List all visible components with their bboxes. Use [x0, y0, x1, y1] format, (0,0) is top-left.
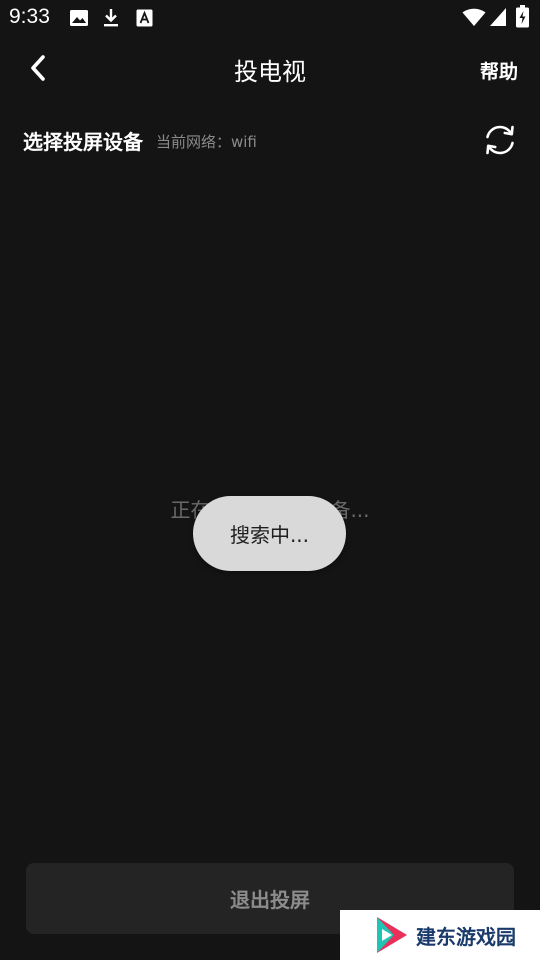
download-icon: [104, 9, 118, 27]
section-title: 选择投屏设备: [23, 130, 143, 154]
exit-cast-label: 退出投屏: [230, 888, 310, 912]
search-toast: 搜索中...: [193, 496, 346, 571]
image-icon: [70, 10, 88, 26]
refresh-icon: [486, 125, 514, 155]
status-bar: 9:33: [0, 0, 540, 36]
network-label: 当前网络：wifi: [156, 133, 257, 151]
font-icon: [136, 9, 153, 27]
status-time: 9:33: [9, 5, 50, 28]
back-button[interactable]: [18, 48, 58, 88]
play-logo-icon: [377, 917, 407, 953]
watermark-text: 建东游戏园: [416, 924, 516, 949]
refresh-button[interactable]: [480, 120, 520, 160]
page-title: 投电视: [234, 58, 306, 86]
signal-icon: [490, 8, 506, 26]
device-section-header: 选择投屏设备 当前网络：wifi: [0, 116, 540, 164]
help-link[interactable]: 帮助: [480, 57, 518, 84]
chevron-left-icon: [31, 55, 45, 81]
header: 投电视 帮助: [0, 40, 540, 96]
watermark: 建东游戏园: [340, 910, 540, 960]
battery-charging-icon: [516, 5, 529, 28]
wifi-icon: [462, 8, 486, 26]
